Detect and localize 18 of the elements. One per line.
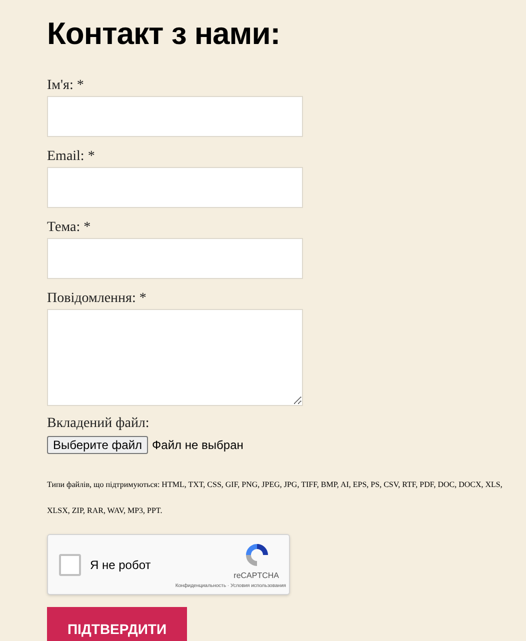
message-field[interactable]	[47, 309, 303, 406]
attachment-label: Вкладений файл:	[47, 416, 150, 432]
page-title: Контакт з нами:	[47, 15, 282, 53]
submit-button[interactable]: ПІДТВЕРДИТИ	[47, 607, 187, 641]
field-label: Тема: *	[47, 220, 92, 236]
choose-file-button[interactable]: Выберите файл	[47, 436, 148, 454]
input-field[interactable]	[47, 238, 303, 279]
captcha-checkbox[interactable]	[59, 554, 81, 576]
recaptcha-logo-icon	[244, 542, 270, 568]
field-label: Повідомлення: *	[47, 291, 148, 307]
input-field[interactable]	[47, 96, 303, 137]
supported-types-note: Типи файлів, що підтримуються: HTML, TXT, CSS, GIF, PNG, JPEG, JPG, TIFF, BMP, AI, EPS, PS, CSV, RTF, PDF, DOC, DOCX, XLS, XLSX, ZIP, RAR, WAV, MP3, PPT.	[47, 479, 504, 517]
field-label: Email: *	[47, 149, 96, 165]
captcha-label: Я не робот	[90, 556, 151, 574]
input-field[interactable]	[47, 167, 303, 208]
file-status: Файл не выбран	[152, 437, 244, 454]
field-label: Ім'я: *	[47, 78, 85, 94]
recaptcha-brand: reCAPTCHA	[234, 571, 279, 581]
